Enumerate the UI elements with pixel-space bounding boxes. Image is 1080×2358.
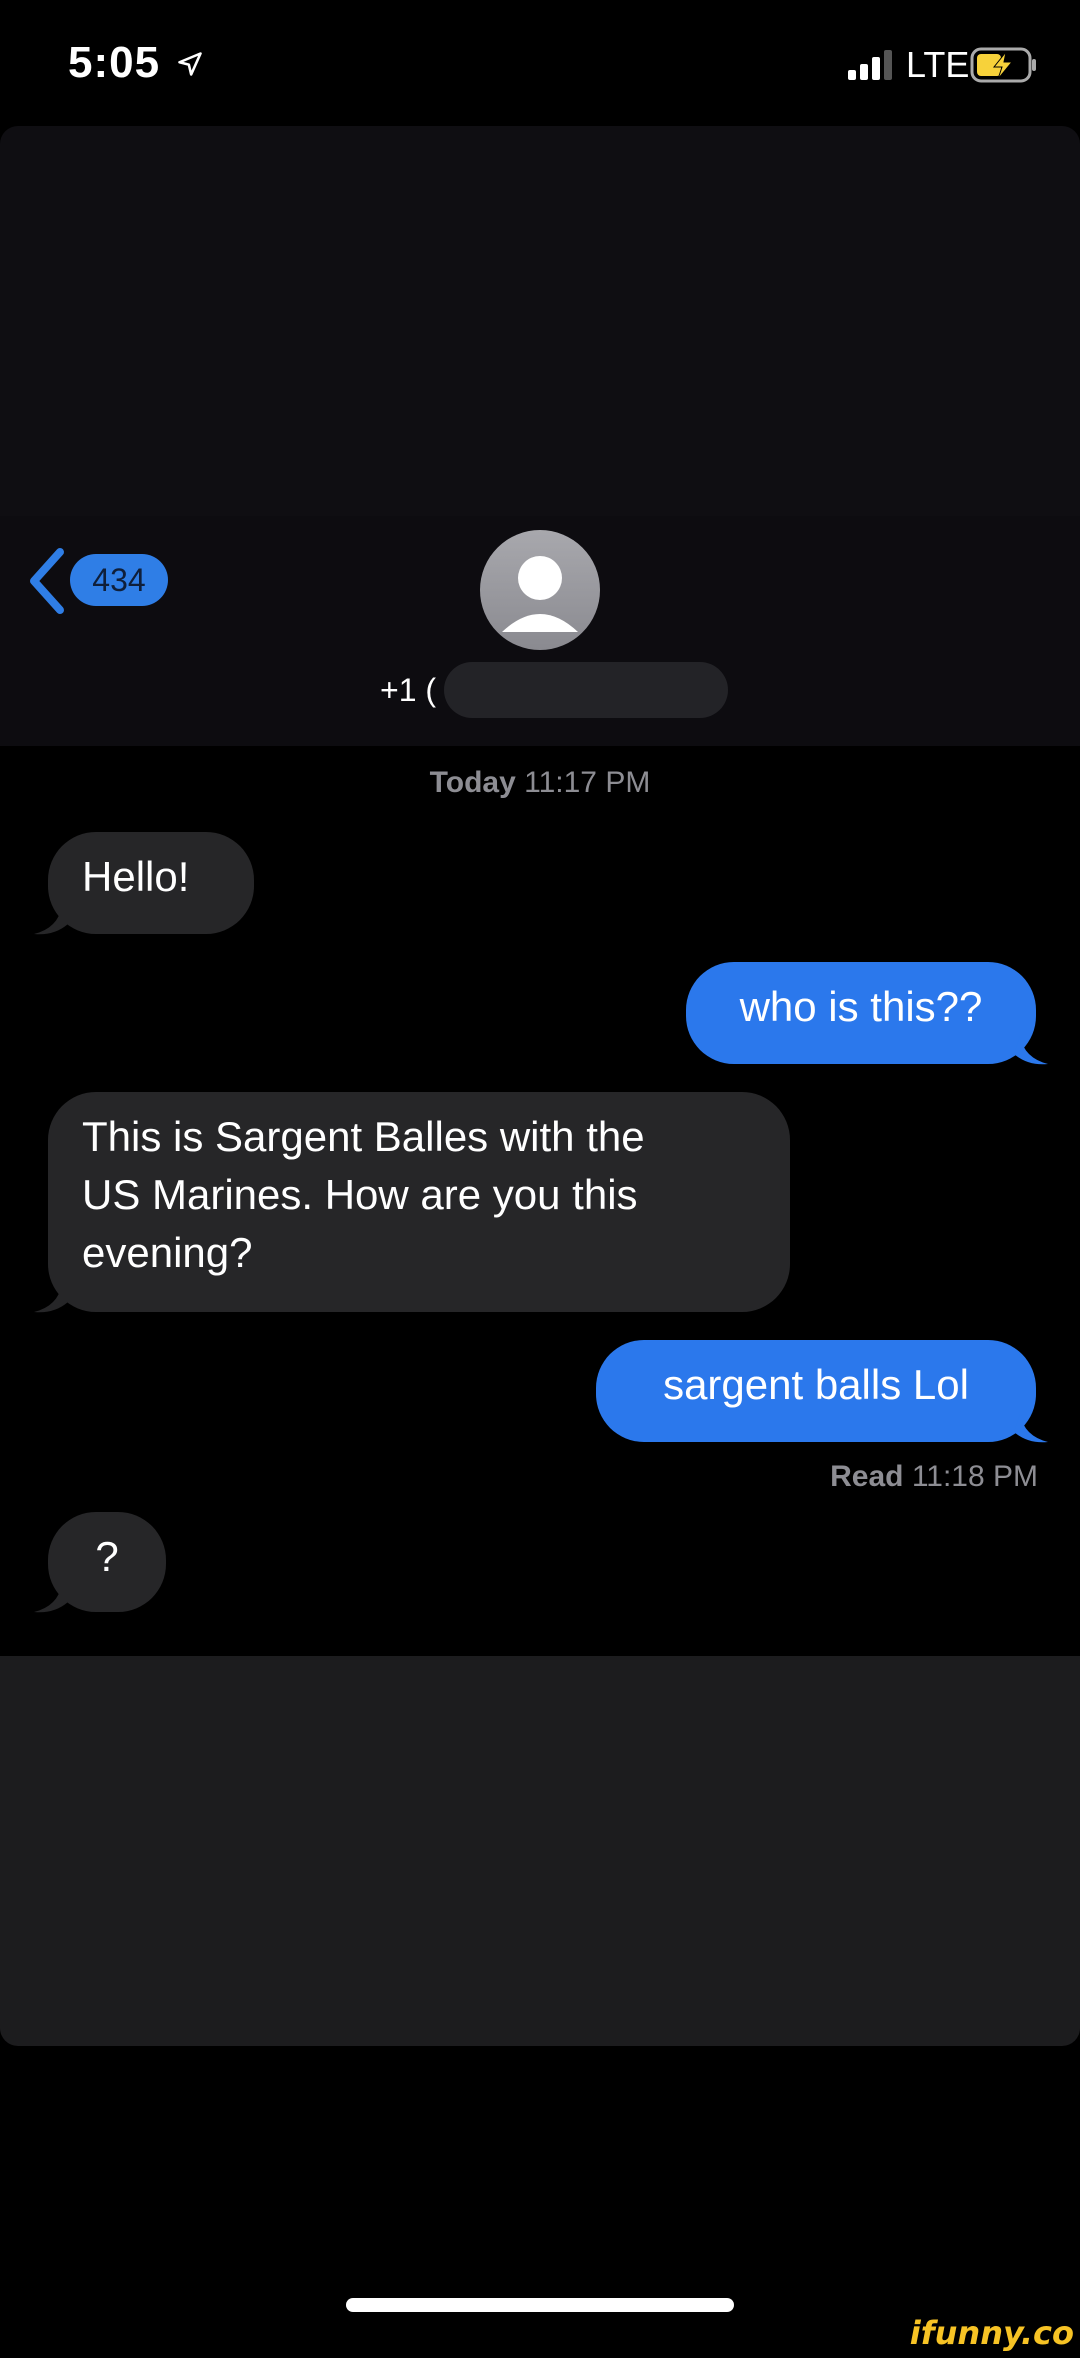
watermark-logo: ifunny.co [909,2314,1074,2352]
contact-avatar[interactable] [480,530,600,650]
unread-count-badge[interactable]: 434 [70,554,168,606]
bubble-tail [34,1284,68,1313]
message-text: ? [95,1533,119,1580]
bubble-tail [1014,1414,1048,1443]
home-indicator[interactable] [346,2298,734,2312]
read-label: Read [830,1460,904,1493]
timestamp-day: Today [429,766,516,799]
read-receipt: Read 11:18 PM [830,1460,1038,1494]
message-line: US Marines. How are you this [82,1171,638,1218]
message-bubble-incoming[interactable]: This is Sargent Balles with the US Marin… [48,1092,790,1312]
bubble-tail [1014,1036,1048,1065]
timestamp-time: 11:17 PM [524,766,651,799]
redacted-number [444,662,728,718]
read-time: 11:18 PM [911,1460,1038,1493]
status-time: 5:05 [68,38,161,87]
battery-charging-icon [970,47,1036,83]
signal-bars-icon [848,50,892,80]
message-bubble-outgoing[interactable]: sargent balls Lol [596,1340,1036,1442]
message-bubble-outgoing[interactable]: who is this?? [686,962,1036,1064]
status-bar: 5:05 LTE [0,0,1080,120]
contact-number[interactable]: +1 ( [380,672,436,709]
message-text: who is this?? [739,983,983,1030]
message-line: evening? [82,1229,253,1276]
inner-screen-bottom [0,1656,1080,2046]
message-text: sargent balls Lol [663,1361,969,1408]
message-line: This is Sargent Balles with the [82,1113,645,1160]
network-type: LTE [906,44,970,85]
location-arrow-icon [178,52,202,76]
inner-screen-top [0,126,1080,516]
message-bubble-incoming[interactable]: Hello! [48,832,254,934]
conversation-timestamp: Today 11:17 PM [0,766,1080,800]
person-silhouette-icon [502,556,578,632]
back-chevron-icon[interactable] [24,546,68,616]
bubble-tail [34,1584,68,1613]
bubble-tail [34,906,68,935]
message-text: Hello! [82,853,190,900]
